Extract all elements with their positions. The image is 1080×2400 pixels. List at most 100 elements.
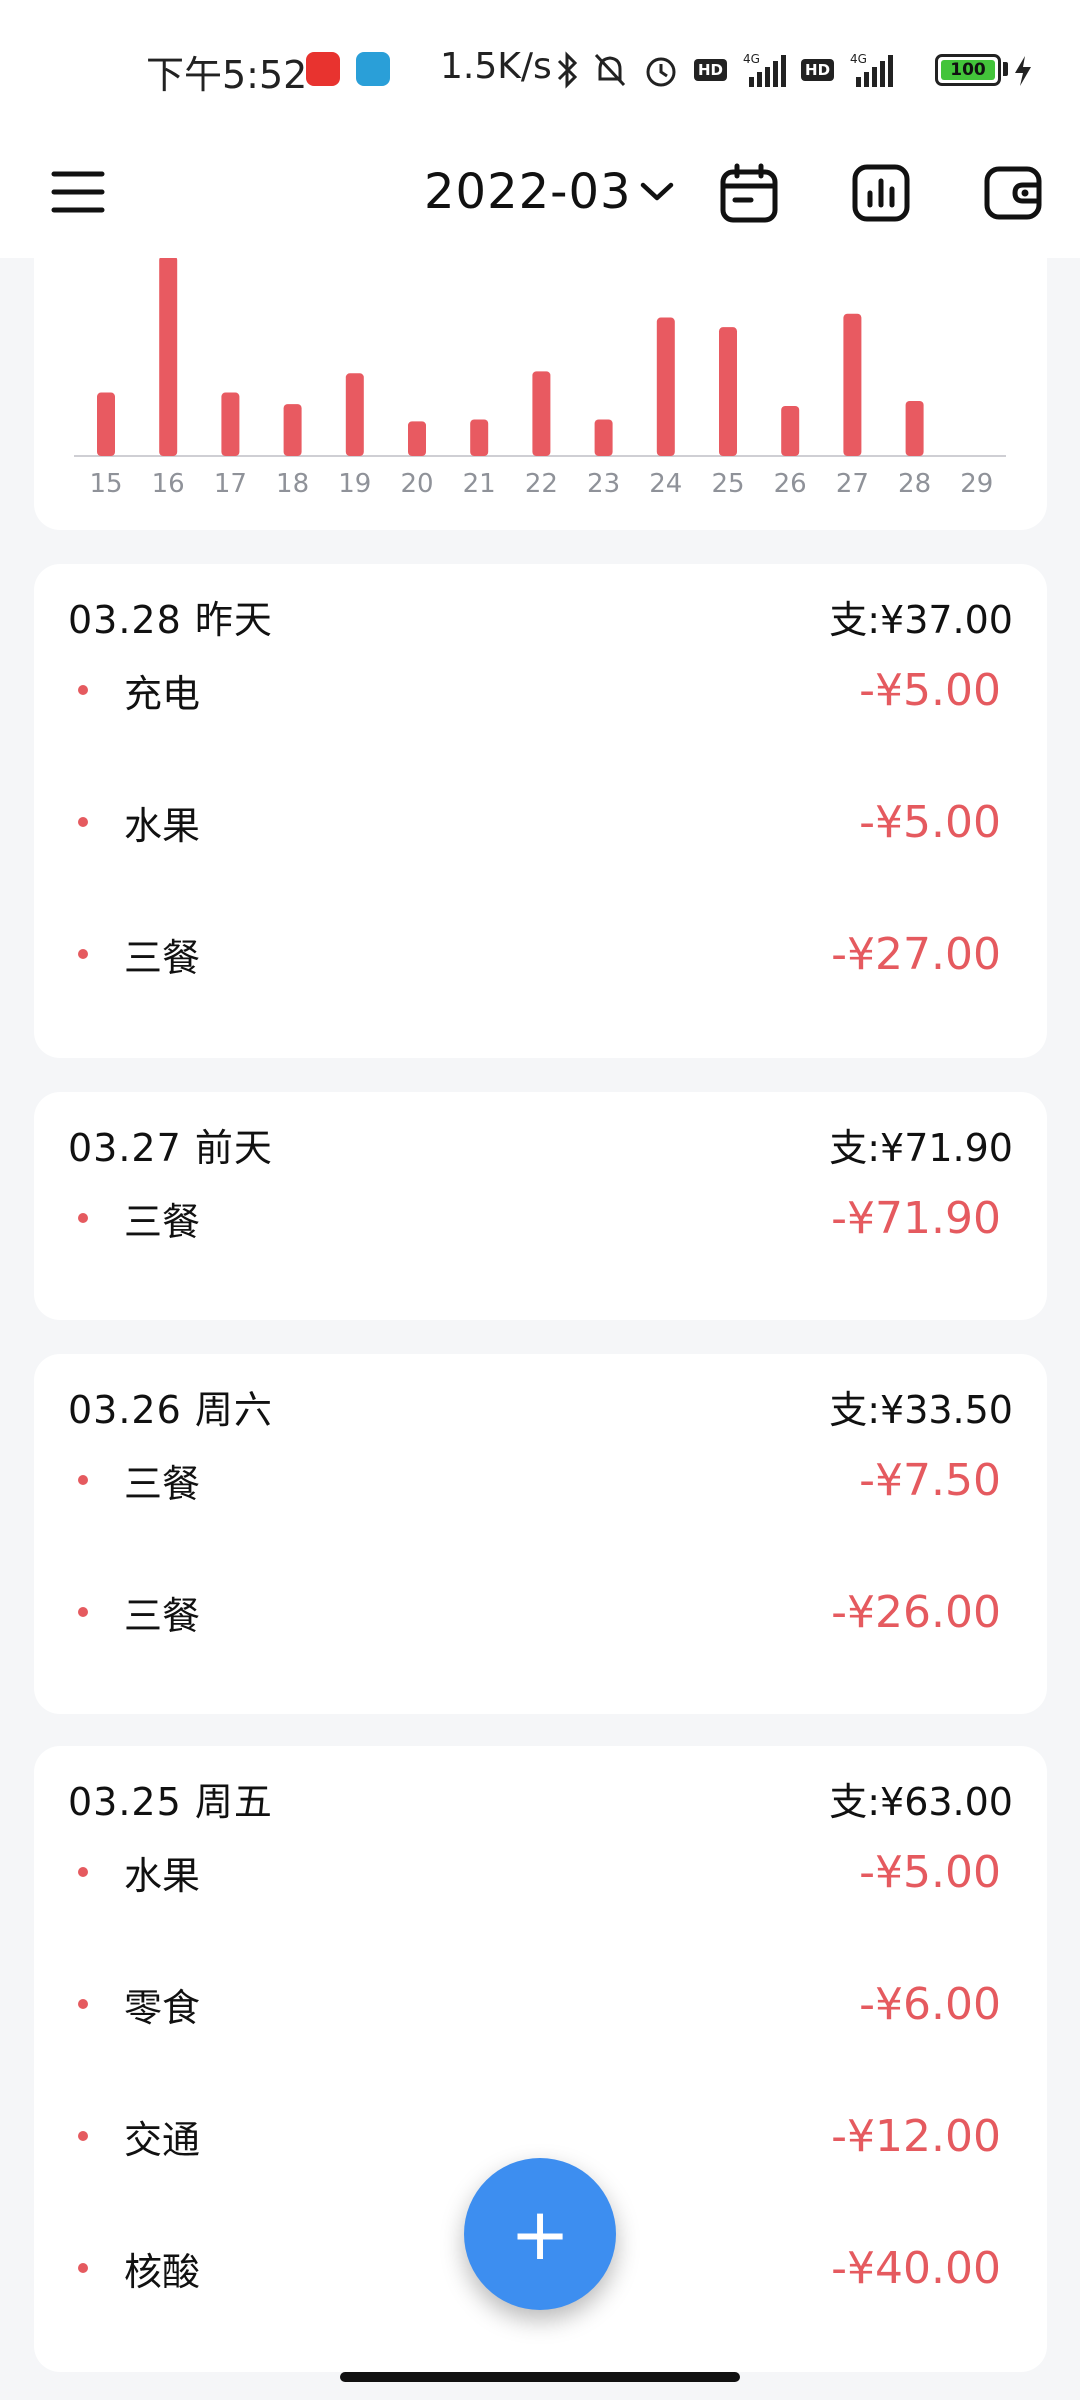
wallet-button[interactable] bbox=[968, 148, 1058, 238]
entry-category: 零食 bbox=[124, 1985, 201, 2030]
mute-icon bbox=[594, 53, 626, 87]
svg-text:4G: 4G bbox=[743, 52, 760, 66]
x-tick-label: 22 bbox=[525, 469, 558, 499]
day-header: 03.26 周六 支:¥33.50 bbox=[68, 1378, 1013, 1434]
chart-bar[interactable] bbox=[97, 392, 115, 456]
chart-bar[interactable] bbox=[345, 373, 364, 456]
day-date: 03.27 前天 bbox=[68, 1125, 273, 1170]
top-app-bar: 2022-03 bbox=[0, 128, 1080, 258]
list-item[interactable]: 三餐 -¥71.90 bbox=[34, 1178, 1047, 1258]
x-tick-label: 28 bbox=[898, 469, 931, 499]
app-root: 下午5:52 1.5K/s HD 4G HD 4G 100 2022-03 15… bbox=[0, 0, 1080, 2400]
chart-bar[interactable] bbox=[781, 406, 800, 456]
status-time: 下午5:52 bbox=[146, 53, 308, 97]
alarm-icon bbox=[646, 57, 676, 87]
day-header: 03.27 前天 支:¥71.90 bbox=[68, 1116, 1013, 1172]
x-tick-label: 16 bbox=[152, 469, 185, 499]
day-date: 03.25 周五 bbox=[68, 1779, 273, 1824]
day-total: 支:¥37.00 bbox=[829, 597, 1013, 642]
signal-4g-icon: 4G bbox=[743, 52, 787, 87]
x-tick-label: 18 bbox=[276, 469, 309, 499]
calendar-button[interactable] bbox=[704, 148, 794, 238]
chart-bar[interactable] bbox=[594, 419, 613, 456]
app-icon bbox=[356, 52, 390, 86]
stats-icon bbox=[852, 164, 910, 222]
bullet-dot bbox=[78, 1867, 88, 1877]
x-tick-label: 17 bbox=[214, 469, 247, 499]
bullet-dot bbox=[78, 2131, 88, 2141]
bullet-dot bbox=[78, 1213, 88, 1223]
chart-bar[interactable] bbox=[719, 327, 737, 456]
chart-bar[interactable] bbox=[159, 258, 178, 456]
chart-bar[interactable] bbox=[470, 419, 489, 456]
entry-category: 三餐 bbox=[124, 935, 201, 980]
charging-icon bbox=[1015, 56, 1031, 86]
bullet-dot bbox=[78, 1607, 88, 1617]
list-item[interactable]: 水果 -¥5.00 bbox=[34, 1832, 1047, 1912]
chevron-down-icon bbox=[640, 182, 673, 201]
entry-category: 核酸 bbox=[124, 2249, 201, 2294]
day-total: 支:¥71.90 bbox=[829, 1125, 1013, 1170]
bullet-dot bbox=[78, 949, 88, 959]
entry-amount: -¥5.00 bbox=[859, 664, 1001, 716]
entry-amount: -¥27.00 bbox=[831, 928, 1001, 980]
list-item[interactable]: 三餐 -¥7.50 bbox=[34, 1440, 1047, 1520]
svg-text:4G: 4G bbox=[850, 52, 867, 66]
x-tick-label: 21 bbox=[463, 469, 496, 499]
x-tick-label: 20 bbox=[400, 469, 433, 499]
x-tick-label: 19 bbox=[338, 469, 371, 499]
wallet-icon bbox=[984, 166, 1042, 220]
bullet-dot bbox=[78, 1475, 88, 1485]
x-tick-label: 24 bbox=[649, 469, 682, 499]
x-tick-label: 23 bbox=[587, 469, 620, 499]
chart-bar[interactable] bbox=[221, 392, 240, 456]
menu-icon[interactable] bbox=[50, 164, 106, 220]
list-item[interactable]: 充电 -¥5.00 bbox=[34, 650, 1047, 730]
day-card[interactable]: 03.26 周六 支:¥33.50 三餐 -¥7.50 三餐 -¥26.00 bbox=[34, 1354, 1047, 1714]
chart-bar[interactable] bbox=[283, 404, 302, 456]
chart-bar[interactable] bbox=[905, 401, 924, 456]
list-item[interactable]: 水果 -¥5.00 bbox=[34, 782, 1047, 862]
entry-category: 充电 bbox=[124, 671, 201, 716]
hd-icon: HD bbox=[801, 59, 835, 81]
entry-amount: -¥7.50 bbox=[859, 1454, 1001, 1506]
bullet-dot bbox=[78, 685, 88, 695]
chart-bar[interactable] bbox=[656, 317, 675, 456]
chart-bar[interactable] bbox=[408, 421, 426, 456]
entry-amount: -¥6.00 bbox=[859, 1978, 1001, 2030]
plus-icon: + bbox=[509, 2192, 571, 2276]
day-card[interactable]: 03.28 昨天 支:¥37.00 充电 -¥5.00 水果 -¥5.00 三餐… bbox=[34, 564, 1047, 1058]
day-total: 支:¥63.00 bbox=[829, 1779, 1013, 1824]
entry-amount: -¥71.90 bbox=[831, 1192, 1001, 1244]
net-speed: 1.5K/s bbox=[440, 46, 552, 87]
day-card[interactable]: 03.27 前天 支:¥71.90 三餐 -¥71.90 bbox=[34, 1092, 1047, 1320]
x-tick-label: 29 bbox=[960, 469, 993, 499]
battery-level: 100 bbox=[941, 60, 995, 80]
bluetooth-icon bbox=[557, 51, 578, 89]
day-date: 03.26 周六 bbox=[68, 1387, 273, 1432]
x-tick-label: 26 bbox=[774, 469, 807, 499]
add-record-button[interactable]: + bbox=[464, 2158, 616, 2310]
entry-category: 三餐 bbox=[124, 1461, 201, 1506]
list-item[interactable]: 三餐 -¥26.00 bbox=[34, 1572, 1047, 1652]
month-selector[interactable]: 2022-03 bbox=[424, 152, 674, 232]
list-item[interactable]: 零食 -¥6.00 bbox=[34, 1964, 1047, 2044]
day-header: 03.25 周五 支:¥63.00 bbox=[68, 1770, 1013, 1826]
list-item[interactable]: 三餐 -¥27.00 bbox=[34, 914, 1047, 994]
netease-music-icon bbox=[306, 52, 340, 86]
day-total: 支:¥33.50 bbox=[829, 1387, 1013, 1432]
entry-amount: -¥26.00 bbox=[831, 1586, 1001, 1638]
x-tick-label: 27 bbox=[836, 469, 869, 499]
home-indicator[interactable] bbox=[340, 2372, 740, 2382]
entry-amount: -¥5.00 bbox=[859, 1846, 1001, 1898]
chart-bar[interactable] bbox=[843, 313, 862, 456]
entry-category: 交通 bbox=[124, 2117, 201, 2162]
stats-button[interactable] bbox=[836, 148, 926, 238]
bar-chart: 15 16 17 18 19 20 21 22 23 24 25 26 27 28 29 bbox=[74, 258, 1006, 499]
x-tick-label: 25 bbox=[711, 469, 744, 499]
entry-amount: -¥5.00 bbox=[859, 796, 1001, 848]
day-header: 03.28 昨天 支:¥37.00 bbox=[68, 588, 1013, 644]
bullet-dot bbox=[78, 817, 88, 827]
chart-bar[interactable] bbox=[532, 371, 551, 456]
status-icons: HD 4G HD 4G bbox=[556, 48, 894, 92]
